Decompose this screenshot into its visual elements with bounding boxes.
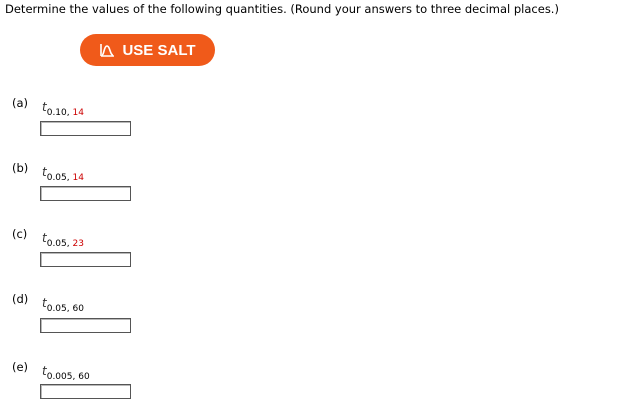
alpha-value-c: 0.05 — [46, 239, 67, 249]
answer-input-b[interactable] — [40, 186, 131, 201]
separator-c: , — [66, 239, 70, 249]
separator-e: , — [72, 372, 76, 382]
t-expression-e: t0.005, 60 — [42, 360, 90, 382]
part-label-b: (b) — [12, 161, 29, 175]
part-label-d: (d) — [12, 292, 29, 306]
t-expression-b: t0.05, 14 — [42, 161, 84, 183]
separator-d: , — [66, 304, 70, 314]
separator-b: , — [66, 173, 70, 183]
answer-input-a[interactable] — [40, 121, 131, 136]
alpha-value-a: 0.10 — [46, 108, 67, 118]
t-expression-a: t0.10, 14 — [42, 96, 84, 118]
part-label-a: (a) — [12, 96, 29, 110]
df-value-c: 23 — [72, 239, 84, 249]
answer-input-e[interactable] — [40, 384, 131, 399]
df-value-d: 60 — [72, 304, 84, 314]
alpha-value-d: 0.05 — [46, 304, 67, 314]
alpha-value-e: 0.005 — [46, 372, 73, 382]
t-expression-d: t0.05, 60 — [42, 292, 84, 314]
instructions-text: Determine the values of the following qu… — [5, 2, 559, 16]
df-value-a: 14 — [72, 108, 84, 118]
df-value-e: 60 — [78, 372, 90, 382]
salt-chart-icon — [100, 44, 115, 57]
answer-input-d[interactable] — [40, 318, 131, 333]
answer-input-c[interactable] — [40, 252, 131, 267]
separator-a: , — [66, 108, 70, 118]
use-salt-label: USE SALT — [122, 41, 196, 59]
part-label-e: (e) — [12, 360, 29, 374]
part-label-c: (c) — [12, 227, 28, 241]
t-expression-c: t0.05, 23 — [42, 227, 84, 249]
use-salt-button[interactable]: USE SALT — [80, 34, 215, 66]
df-value-b: 14 — [72, 173, 84, 183]
alpha-value-b: 0.05 — [46, 173, 67, 183]
